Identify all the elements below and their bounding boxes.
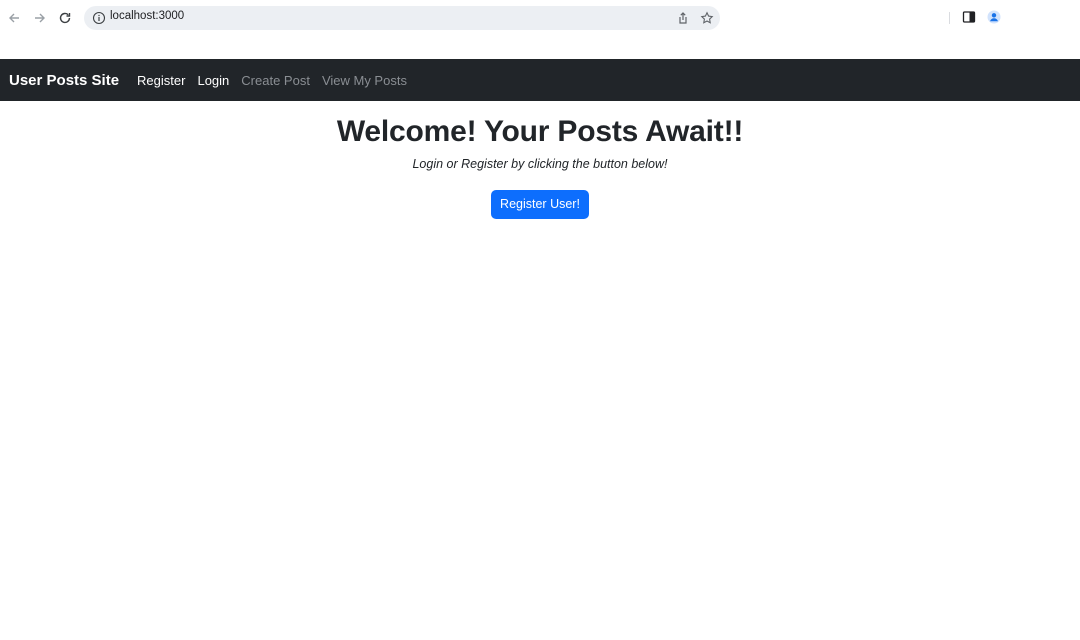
star-icon[interactable] (700, 11, 714, 25)
forward-button[interactable] (30, 8, 50, 28)
register-user-button[interactable]: Register User! (491, 190, 589, 219)
site-navbar: User Posts Site Register Login Create Po… (0, 59, 1080, 101)
page-subtitle: Login or Register by clicking the button… (412, 157, 668, 171)
profile-icon[interactable] (987, 10, 1001, 24)
address-bar[interactable]: localhost:3000 (84, 6, 720, 30)
browser-chrome: localhost:3000 (0, 0, 1080, 59)
back-button[interactable] (4, 8, 24, 28)
nav-link-create-post[interactable]: Create Post (241, 73, 310, 88)
reload-button[interactable] (55, 8, 75, 28)
toolbar-separator (949, 12, 950, 24)
info-icon[interactable] (92, 11, 106, 25)
nav-link-view-my-posts[interactable]: View My Posts (322, 73, 407, 88)
url-text: localhost:3000 (110, 10, 185, 22)
arrow-left-icon (9, 13, 19, 23)
main-content: Welcome! Your Posts Await!! Login or Reg… (0, 101, 1080, 219)
share-icon[interactable] (676, 11, 690, 25)
page-title: Welcome! Your Posts Await!! (336, 115, 744, 148)
reload-icon (59, 12, 71, 24)
nav-link-register[interactable]: Register (137, 73, 185, 88)
arrow-right-icon (35, 13, 45, 23)
nav-link-login[interactable]: Login (197, 73, 229, 88)
side-panel-icon[interactable] (962, 10, 976, 24)
brand-link[interactable]: User Posts Site (9, 72, 119, 89)
